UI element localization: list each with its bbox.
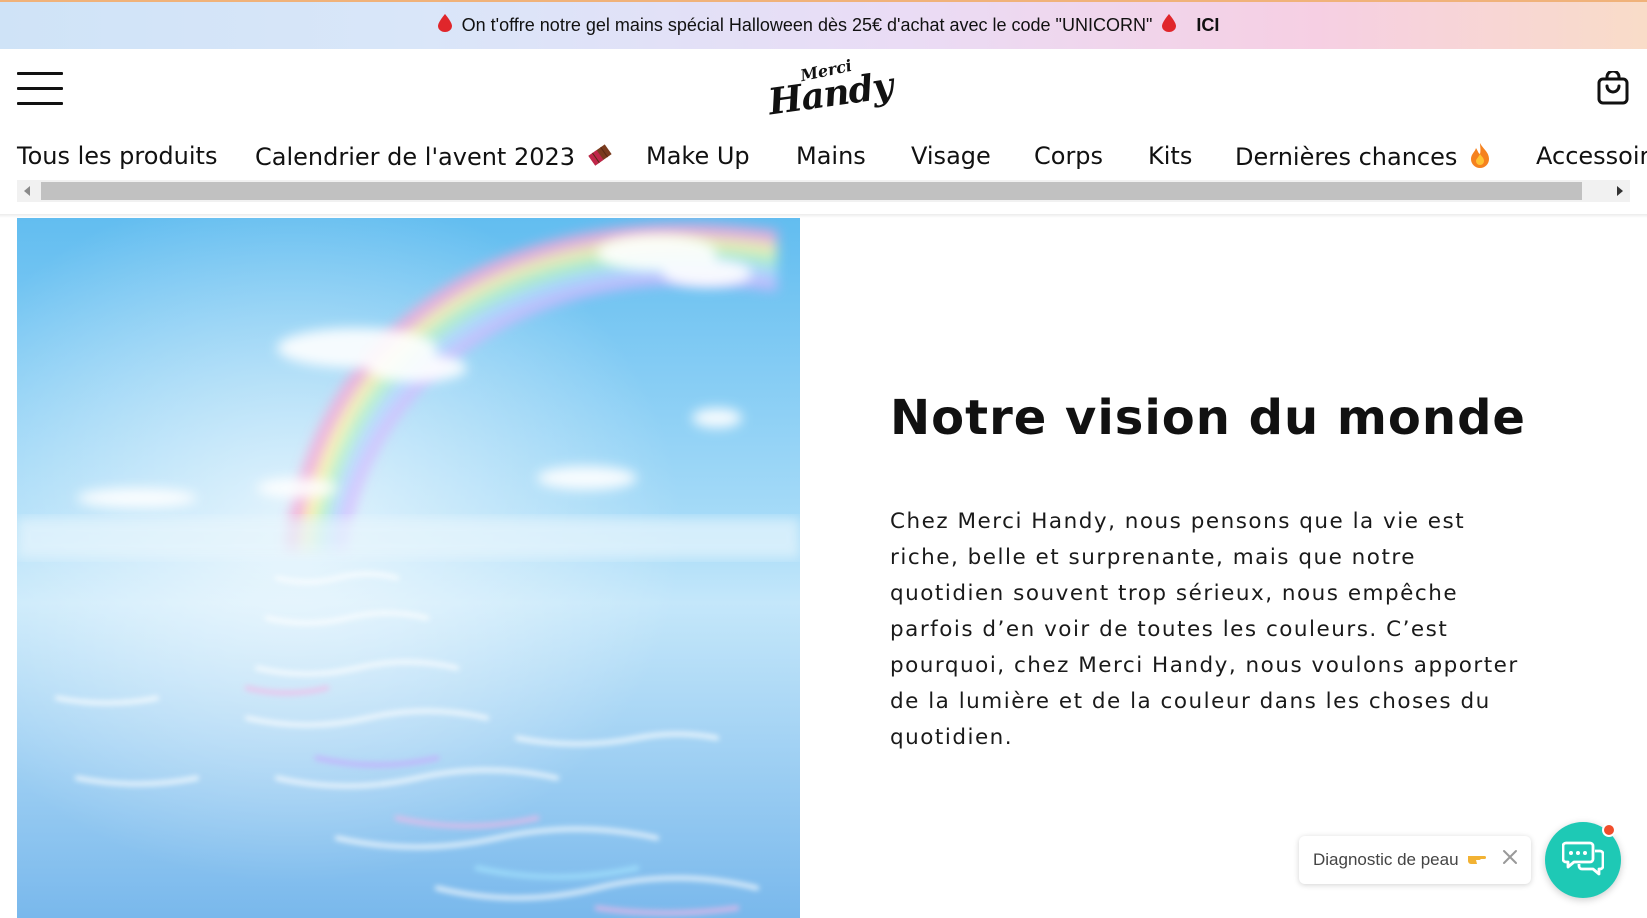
blood-drop-icon [437,14,452,37]
blood-drop-icon [1162,14,1177,37]
hamburger-menu-icon[interactable] [17,72,63,106]
diagnostic-label: Diagnostic de peau [1313,850,1459,869]
rainbow-sea-image [17,218,800,918]
nav-item-kits[interactable]: Kits [1148,142,1192,170]
vision-line: Chez Merci Handy, nous pensons que la vi… [890,509,1466,534]
nav-item-make-up[interactable]: Make Up [646,142,750,170]
vision-line: riche, belle et surprenante, mais que no… [890,545,1416,570]
nav-item-dernieres-chances[interactable]: Dernières chances [1235,142,1491,174]
scroll-left-arrow-icon[interactable] [17,180,39,202]
nav-scrollbar[interactable] [17,180,1630,202]
site-header: Merci Handy [0,49,1647,129]
chat-bubbles-icon [1561,839,1605,881]
nav-item-calendrier[interactable]: Calendrier de l'avent 2023 [255,142,613,174]
fire-icon [1469,142,1491,174]
vision-paragraph: Chez Merci Handy, nous pensons que la vi… [890,504,1560,756]
promo-cta-link[interactable]: ICI [1196,15,1219,36]
promo-text: On t'offre notre gel mains spécial Hallo… [461,15,1153,35]
vision-line: quotidien souvent trop sérieux, nous emp… [890,581,1459,606]
shopping-bag-icon[interactable] [1597,69,1629,105]
vision-line: quotidien. [890,725,1014,750]
nav-item-visage[interactable]: Visage [911,142,991,170]
pointing-hand-icon [1467,850,1487,871]
scroll-right-arrow-icon[interactable] [1608,180,1630,202]
category-nav: Tous les produits Calendrier de l'avent … [0,140,1647,180]
skin-diagnostic-prompt[interactable]: Diagnostic de peau [1299,836,1531,884]
nav-item-accessoires[interactable]: Accessoires [1536,142,1647,170]
vision-line: parfois d’en voir de toutes les couleurs… [890,617,1449,642]
close-icon[interactable] [1499,846,1521,868]
chocolate-icon [587,142,613,174]
nav-item-mains[interactable]: Mains [796,142,866,170]
nav-item-tous-les-produits[interactable]: Tous les produits [17,142,217,170]
vision-title: Notre vision du monde [890,390,1526,446]
scrollbar-thumb[interactable] [41,182,1582,200]
merci-handy-logo[interactable]: Merci Handy [766,56,895,124]
promo-banner: On t'offre notre gel mains spécial Hallo… [0,0,1647,49]
nav-item-corps[interactable]: Corps [1034,142,1103,170]
notification-badge [1602,823,1616,837]
logo-big-text: Handy [765,64,895,124]
vision-line: de la lumière et de la couleur dans les … [890,689,1491,714]
vision-line: pourquoi, chez Merci Handy, nous voulons… [890,653,1519,678]
